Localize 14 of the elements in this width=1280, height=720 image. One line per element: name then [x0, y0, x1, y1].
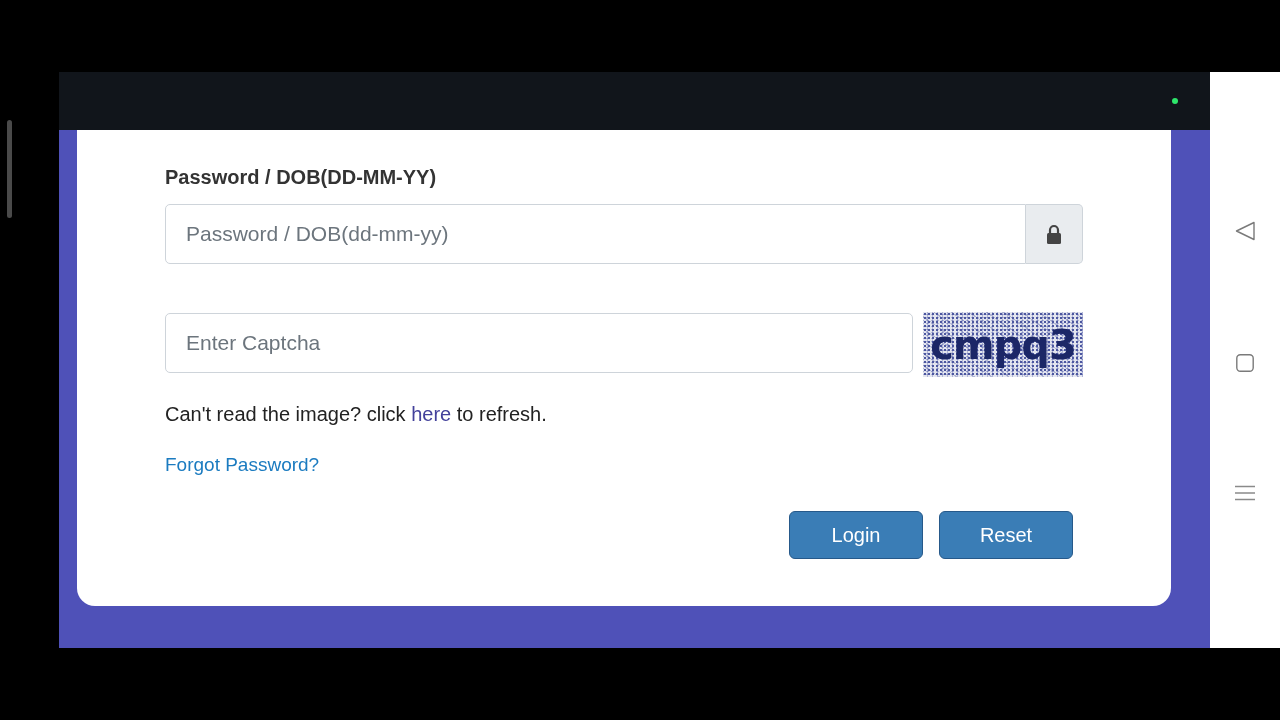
refresh-hint: Can't read the image? click here to refresh.	[165, 402, 548, 426]
field-label: Password / DOB(DD-MM-YY)	[165, 165, 437, 189]
captcha-text: cmpq3	[930, 320, 1076, 369]
login-button[interactable]: Login	[789, 511, 923, 559]
back-icon[interactable]	[1235, 221, 1255, 241]
password-field[interactable]: Password / DOB(dd-mm-yy)	[165, 204, 1026, 264]
menu-icon[interactable]	[1235, 485, 1255, 501]
home-icon[interactable]	[1236, 354, 1254, 372]
reset-button[interactable]: Reset	[939, 511, 1073, 559]
captcha-field[interactable]: Enter Captcha	[165, 313, 913, 373]
status-dot-icon	[1172, 98, 1178, 104]
forgot-password-link[interactable]: Forgot Password?	[165, 453, 320, 477]
refresh-link[interactable]: here	[411, 403, 452, 425]
lock-icon	[1046, 224, 1062, 244]
